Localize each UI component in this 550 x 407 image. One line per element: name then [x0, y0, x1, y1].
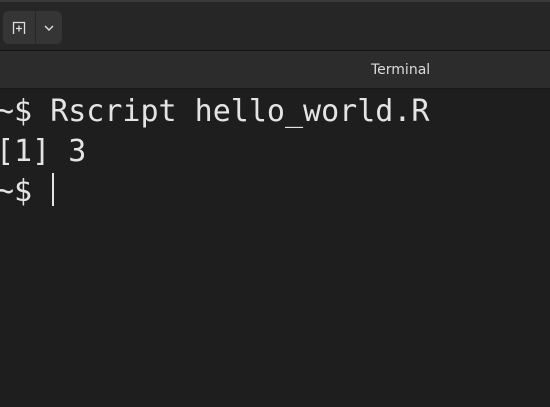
header-bar — [0, 0, 550, 51]
text-cursor — [52, 173, 55, 206]
prompt: ~$ — [0, 174, 51, 209]
terminal-line: [1] 3 — [0, 132, 86, 172]
tab-label: Terminal — [371, 62, 431, 78]
new-tab-icon — [12, 21, 26, 34]
terminal-output[interactable]: ~$ Rscript hello_world.R [1] 3 ~$ — [0, 89, 550, 407]
tab-strip: Terminal — [0, 51, 550, 89]
prompt: ~$ — [0, 94, 51, 129]
terminal-line: ~$ — [0, 172, 55, 212]
terminal-line: ~$ Rscript hello_world.R — [0, 92, 429, 132]
terminal-window: Terminal ~$ Rscript hello_world.R [1] 3 … — [0, 0, 550, 407]
command-text: Rscript hello_world.R — [50, 94, 430, 129]
output-text: [1] 3 — [0, 134, 87, 169]
new-tab-button[interactable] — [3, 11, 36, 44]
chevron-down-icon — [44, 25, 54, 31]
tab-controls — [3, 11, 62, 44]
tab-terminal[interactable]: Terminal — [250, 51, 550, 89]
tab-menu-button[interactable] — [36, 11, 62, 44]
